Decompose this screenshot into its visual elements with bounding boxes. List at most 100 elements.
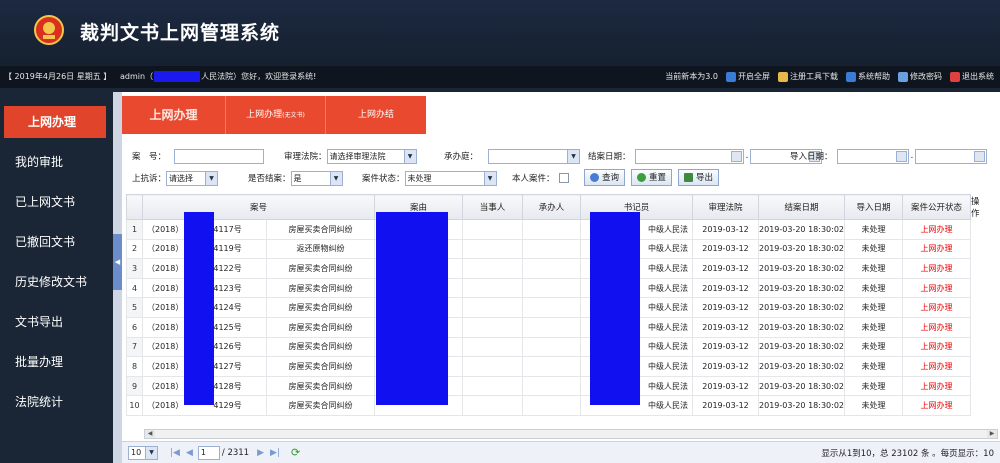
sidebar: 上网办理我的审批 已上网文书 已撤回文书 历史修改文书 文书导出 批量办理 法院统计 xyxy=(0,92,112,463)
undertaker-select[interactable]: ▼ xyxy=(488,148,581,164)
case-no-input[interactable] xyxy=(174,148,265,164)
closed-select[interactable]: 是 ▼ xyxy=(290,170,343,186)
action-buttons: 查询 重置 导出 xyxy=(584,168,720,186)
table-row[interactable]: 7 （2018） 4126号 房屋买卖合同纠纷 中级人民法 2019-03-12 2019-… xyxy=(126,336,972,358)
empty-cell xyxy=(462,375,524,397)
empty-cell xyxy=(462,238,524,260)
row-number: 3 xyxy=(126,258,143,279)
sidebar-item-3[interactable]: 已上网文书 xyxy=(0,182,112,222)
sidebar-item-6[interactable]: 文书导出 xyxy=(0,302,112,342)
header-court[interactable]: 审理法院 xyxy=(692,194,760,220)
sidebar-item-7[interactable]: 批量办理 xyxy=(0,342,112,382)
horizontal-scrollbar[interactable]: ◀ ▶ xyxy=(144,429,998,439)
case-number: 4117号 xyxy=(213,224,242,234)
court-label: 审理法院： xyxy=(284,152,327,162)
table-row[interactable]: 2 （2018） 4119号 返还原物纠纷 中级人民法 2019-03-12 2019-03… xyxy=(126,238,972,260)
tab-online-closed[interactable]: 上网办结 xyxy=(326,96,426,134)
calendar-icon[interactable] xyxy=(974,150,986,162)
filter-status: 案件状态： 未处理 ▼ xyxy=(362,170,497,186)
sidebar-item-4[interactable]: 已撤回文书 xyxy=(0,222,112,262)
online-handle-link[interactable]: 上网办理 xyxy=(902,316,972,338)
undertaker-label: 承办庭： xyxy=(444,152,479,162)
top-link-password[interactable]: 修改密码 xyxy=(898,66,942,88)
online-handle-link[interactable]: 上网办理 xyxy=(902,258,972,279)
online-handle-link[interactable]: 上网办理 xyxy=(902,336,972,358)
first-page-icon[interactable]: |◀ xyxy=(170,448,180,458)
header-case-no[interactable]: 案号 xyxy=(141,194,376,220)
status-select[interactable]: 未处理 ▼ xyxy=(404,170,497,186)
empty-cell xyxy=(462,395,524,416)
empty-cell xyxy=(522,356,582,377)
mine-checkbox[interactable] xyxy=(558,173,569,183)
import-date-start[interactable] xyxy=(836,148,909,164)
sidebar-item-8[interactable]: 法院统计 xyxy=(0,382,112,422)
empty-cell xyxy=(522,297,582,318)
page-number-input[interactable]: 1 xyxy=(197,445,220,460)
top-link-logout[interactable]: 退出系统 xyxy=(950,66,994,88)
table-row[interactable]: 5 （2018） 4124号 房屋买卖合同纠纷 中级人民法 2019-03-12 2019-… xyxy=(126,297,972,318)
empty-cell xyxy=(522,336,582,358)
refresh-icon[interactable]: ⟳ xyxy=(291,446,300,459)
last-page-icon[interactable]: ▶| xyxy=(270,448,280,458)
calendar-icon[interactable] xyxy=(730,150,742,162)
table-row[interactable]: 6 （2018） 4125号 房屋买卖合同纠纷 中级人民法 2019-03-12 2019-… xyxy=(126,316,972,338)
online-handle-link[interactable]: 上网办理 xyxy=(902,395,972,416)
header-close-date[interactable]: 结案日期 xyxy=(758,194,846,220)
tab-online-handle-no-doc[interactable]: 上网办理(无文书) xyxy=(226,96,326,134)
empty-cell xyxy=(462,316,524,338)
top-link-help[interactable]: 系统帮助 xyxy=(846,66,890,88)
filter-import-date: 导入日期： . xyxy=(790,148,988,164)
refresh-icon xyxy=(637,172,647,182)
online-handle-link[interactable]: 上网办理 xyxy=(902,238,972,260)
page-size-select[interactable]: 10 ▼ xyxy=(128,445,158,460)
online-handle-link[interactable]: 上网办理 xyxy=(902,356,972,377)
table-row[interactable]: 10 （2018） 4129号 房屋买卖合同纠纷 中级人民法 2019-03-12 2019… xyxy=(126,395,972,416)
sidebar-item-2[interactable]: 我的审批 xyxy=(0,142,112,182)
online-handle-link[interactable]: 上网办理 xyxy=(902,297,972,318)
close-cell: 2019-03-12 xyxy=(692,356,760,377)
online-handle-link[interactable]: 上网办理 xyxy=(902,219,972,240)
collapse-handle-icon[interactable]: ◀ xyxy=(113,234,122,290)
import-date-end[interactable] xyxy=(915,148,988,164)
close-cell: 2019-03-12 xyxy=(692,316,760,338)
case-year: （2018） xyxy=(147,303,184,313)
close-date-start[interactable] xyxy=(634,148,744,164)
tab-label: 上网办理 xyxy=(246,110,283,120)
scroll-left-icon[interactable]: ◀ xyxy=(145,430,155,438)
appeal-select[interactable]: 请选择 ▼ xyxy=(166,170,219,186)
export-button[interactable]: 导出 xyxy=(678,168,720,186)
appeal-select-value: 请选择 xyxy=(169,173,194,183)
status-cell: 未处理 xyxy=(844,258,904,279)
court-select[interactable]: 请选择审理法院 ▼ xyxy=(326,148,417,164)
status-select-value: 未处理 xyxy=(407,173,432,183)
online-handle-link[interactable]: 上网办理 xyxy=(902,375,972,397)
sidebar-item-5[interactable]: 历史修改文书 xyxy=(0,262,112,302)
sidebar-item-1[interactable]: 上网办理 xyxy=(4,106,106,138)
table-row[interactable]: 3 （2018） 4122号 房屋买卖合同纠纷 中级人民法 2019-03-12 2019-… xyxy=(126,258,972,279)
calendar-icon[interactable] xyxy=(895,150,907,162)
row-number: 2 xyxy=(126,238,143,260)
table-row[interactable]: 8 （2018） 4127号 房屋买卖合同纠纷 中级人民法 2019-03-12 2019-… xyxy=(126,356,972,377)
header-undertaker[interactable]: 承办人 xyxy=(522,194,582,220)
header-party[interactable]: 当事人 xyxy=(462,194,524,220)
prev-page-icon[interactable]: ◀ xyxy=(186,448,193,458)
header-import-date[interactable]: 导入日期 xyxy=(844,194,904,220)
tab-online-handle[interactable]: 上网办理 xyxy=(122,96,226,134)
table-row[interactable]: 4 （2018） 4123号 房屋买卖合同纠纷 中级人民法 2019-03-12 2019-… xyxy=(126,277,972,299)
excel-icon xyxy=(684,172,694,182)
scroll-right-icon[interactable]: ▶ xyxy=(987,430,997,438)
row-number: 4 xyxy=(126,277,143,299)
next-page-icon[interactable]: ▶ xyxy=(257,448,264,458)
query-label: 查询 xyxy=(602,173,620,183)
table-row[interactable]: 9 （2018） 4128号 房屋买卖合同纠纷 中级人民法 2019-03-12 2019-… xyxy=(126,375,972,397)
header-public-status[interactable]: 案件公开状态 xyxy=(902,194,972,220)
query-button[interactable]: 查询 xyxy=(584,168,626,186)
top-link-label: 注册工具下载 xyxy=(790,72,838,81)
online-handle-link[interactable]: 上网办理 xyxy=(902,277,972,299)
cause-cell: 房屋买卖合同纠纷 xyxy=(265,375,376,397)
table-row[interactable]: 1 （2018） 4117号 房屋买卖合同纠纷 中级人民法 2019-03-12 2019-… xyxy=(126,219,972,240)
case-table: 案号 案由 当事人 承办人 书记员 审理法院 结案日期 导入日期 案件公开状态 操作 1 （2018… xyxy=(126,194,980,416)
reset-button[interactable]: 重置 xyxy=(631,168,673,186)
top-link-fullscreen[interactable]: 开启全屏 xyxy=(726,66,770,88)
top-link-download[interactable]: 注册工具下载 xyxy=(778,66,838,88)
